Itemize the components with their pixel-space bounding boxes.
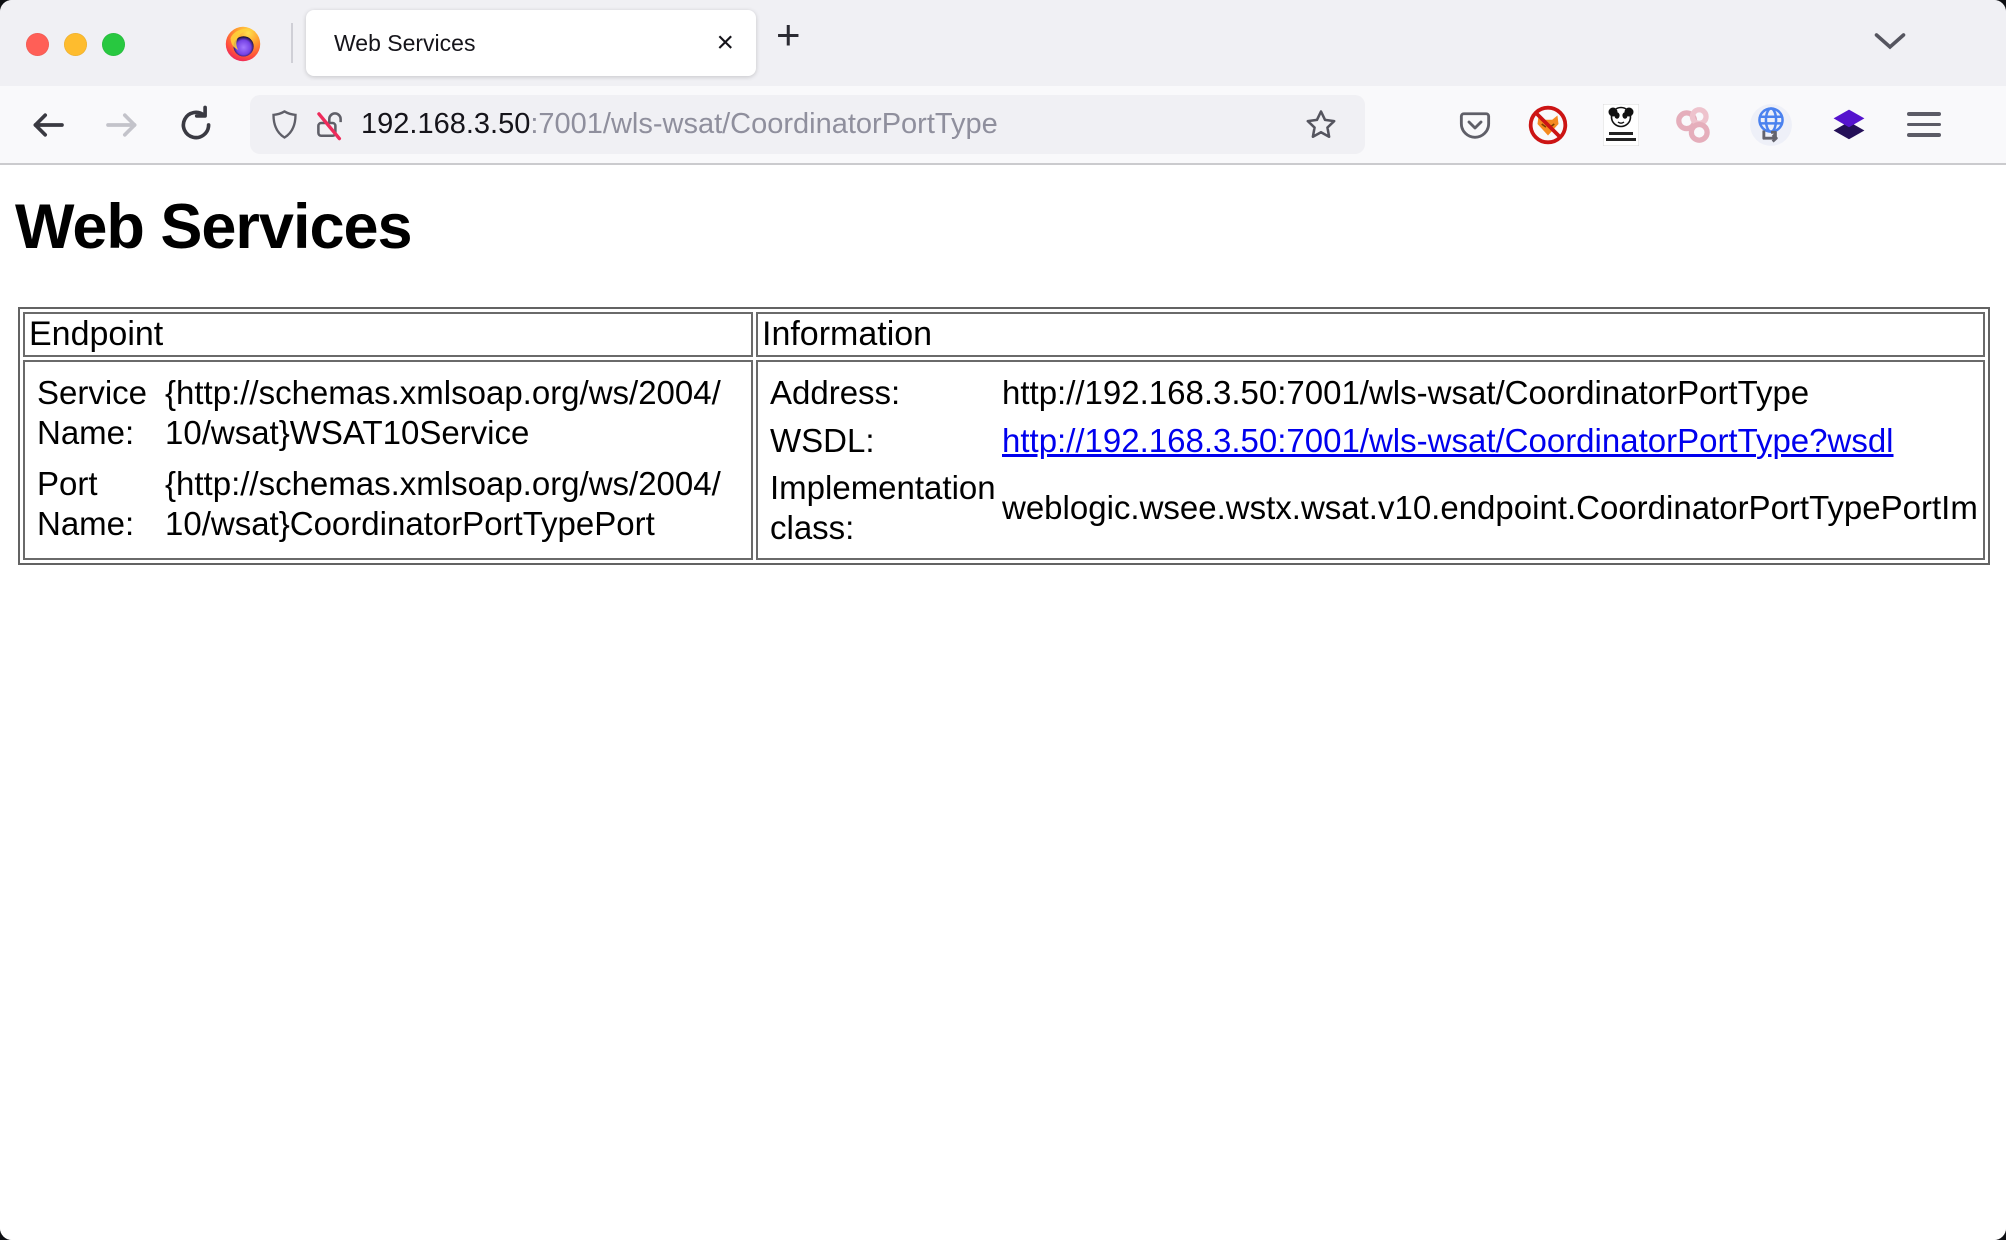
tab-separator — [291, 23, 293, 63]
pink-rings-extension-icon[interactable] — [1673, 104, 1715, 146]
browser-window: Web Services × + — [0, 0, 2006, 1240]
wsdl-label: WSDL: — [770, 421, 1002, 461]
globe-transfer-extension-icon[interactable] — [1749, 103, 1793, 147]
menu-hamburger-icon[interactable] — [1907, 112, 1941, 137]
implementation-class-label: Implementation class: — [770, 468, 1002, 547]
url-path: :7001/wls-wsat/CoordinatorPortType — [530, 108, 997, 140]
blocked-fox-extension-icon[interactable] — [1527, 104, 1569, 146]
tab-close-icon[interactable]: × — [716, 28, 734, 58]
window-close-button[interactable] — [26, 33, 49, 56]
endpoint-header: Endpoint — [23, 312, 753, 357]
active-tab[interactable]: Web Services × — [306, 10, 756, 76]
navigation-toolbar: 192.168.3.50:7001/wls-wsat/CoordinatorPo… — [0, 86, 2006, 165]
service-name-label: Service Name: — [37, 373, 165, 452]
wsdl-link[interactable]: http://192.168.3.50:7001/wls-wsat/Coordi… — [1002, 422, 1894, 459]
tracking-protection-shield-icon[interactable] — [268, 108, 301, 141]
information-header: Information — [756, 312, 1985, 357]
address-value: http://192.168.3.50:7001/wls-wsat/Coordi… — [1002, 373, 1979, 413]
url-text[interactable]: 192.168.3.50:7001/wls-wsat/CoordinatorPo… — [361, 108, 998, 141]
information-cell: Address: http://192.168.3.50:7001/wls-ws… — [756, 360, 1985, 560]
implementation-class-value: weblogic.wsee.wstx.wsat.v10.endpoint.Coo… — [1002, 488, 1979, 528]
panda-meme-extension-icon[interactable] — [1603, 104, 1639, 146]
port-name-value: {http://schemas.xmlsoap.org/ws/2004/10/w… — [165, 464, 725, 543]
reload-icon — [168, 104, 224, 146]
page-content: Web Services Endpoint Information Servic… — [0, 167, 2006, 1240]
tab-title: Web Services — [334, 30, 475, 57]
chevron-down-icon — [1872, 30, 1908, 52]
tab-bar: Web Services × + — [0, 0, 2006, 86]
web-services-table: Endpoint Information Service Name: {http… — [18, 307, 1990, 565]
purple-layers-extension-icon[interactable] — [1827, 103, 1871, 147]
reload-button[interactable] — [168, 104, 224, 146]
page-title: Web Services — [15, 191, 2006, 263]
bookmark-star-icon[interactable] — [1303, 107, 1339, 143]
url-bar[interactable]: 192.168.3.50:7001/wls-wsat/CoordinatorPo… — [250, 95, 1365, 154]
forward-button[interactable] — [94, 104, 150, 146]
service-name-value: {http://schemas.xmlsoap.org/ws/2004/10/w… — [165, 373, 725, 452]
insecure-lock-icon[interactable] — [313, 108, 347, 142]
list-all-tabs-button[interactable] — [1872, 30, 1908, 52]
extension-buttons — [1457, 103, 1871, 147]
pocket-icon[interactable] — [1457, 107, 1493, 143]
back-arrow-icon — [20, 104, 76, 146]
table-header-row: Endpoint Information — [23, 312, 1985, 357]
port-name-label: Port Name: — [37, 464, 165, 543]
window-minimize-button[interactable] — [64, 33, 87, 56]
back-button[interactable] — [20, 104, 76, 146]
endpoint-cell: Service Name: {http://schemas.xmlsoap.or… — [23, 360, 753, 560]
window-zoom-button[interactable] — [102, 33, 125, 56]
url-host: 192.168.3.50 — [361, 108, 530, 140]
address-label: Address: — [770, 373, 1002, 413]
firefox-view-button[interactable] — [224, 25, 262, 63]
firefox-logo-icon — [224, 25, 262, 63]
table-body-row: Service Name: {http://schemas.xmlsoap.or… — [23, 360, 1985, 560]
forward-arrow-icon — [94, 104, 150, 146]
new-tab-button[interactable]: + — [776, 14, 801, 56]
